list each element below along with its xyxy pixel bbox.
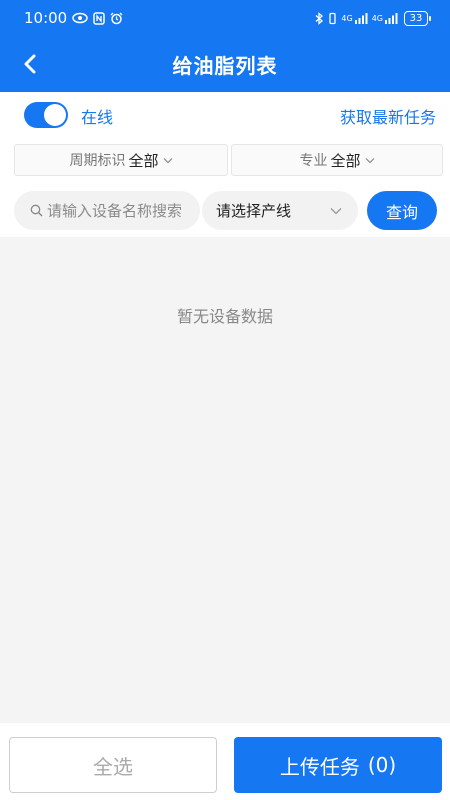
upload-tasks-button[interactable]: 上传任务 (0) bbox=[234, 737, 442, 793]
chevron-down-icon bbox=[365, 157, 375, 164]
vibrate-icon bbox=[328, 12, 337, 25]
toggle-knob bbox=[44, 104, 66, 126]
bottom-action-bar: 全选 上传任务 (0) bbox=[0, 723, 450, 800]
major-filter-label: 专业 bbox=[299, 153, 328, 169]
battery-icon: 33 bbox=[404, 10, 431, 26]
status-bar: 10:00 4G 4G 33 bbox=[0, 0, 450, 36]
chevron-down-icon bbox=[330, 207, 342, 215]
online-row: 在线 获取最新任务 bbox=[0, 92, 450, 138]
network-label: 4G bbox=[341, 13, 353, 23]
nfc-icon bbox=[93, 11, 105, 25]
select-all-button[interactable]: 全选 bbox=[9, 737, 217, 793]
page-title: 给油脂列表 bbox=[172, 53, 278, 78]
signal-icon: 4G bbox=[341, 12, 368, 24]
back-button[interactable] bbox=[14, 48, 46, 80]
search-input[interactable] bbox=[47, 201, 197, 220]
status-right: 4G 4G 33 bbox=[315, 10, 431, 26]
chevron-down-icon bbox=[163, 157, 173, 164]
empty-message: 暂无设备数据 bbox=[176, 307, 273, 326]
signal-icon: 4G bbox=[372, 12, 398, 24]
app-header: 10:00 4G 4G 33 给油脂列表 bbox=[0, 0, 450, 92]
major-filter-dropdown[interactable]: 专业 全部 bbox=[231, 144, 443, 176]
cycle-filter-value: 全部 bbox=[128, 151, 159, 170]
filter-panel: 在线 获取最新任务 周期标识 全部 专业 全部 请选择产线 查询 bbox=[0, 92, 450, 237]
bluetooth-icon bbox=[315, 11, 324, 25]
production-line-select[interactable]: 请选择产线 bbox=[202, 191, 358, 230]
cycle-filter-label: 周期标识 bbox=[69, 153, 126, 169]
search-field[interactable] bbox=[14, 191, 200, 230]
major-filter-value: 全部 bbox=[330, 151, 361, 170]
upload-tasks-count: (0) bbox=[367, 753, 397, 777]
network-label: 4G bbox=[371, 13, 383, 23]
alarm-icon bbox=[110, 12, 123, 25]
upload-tasks-label: 上传任务 bbox=[279, 754, 360, 779]
fetch-latest-tasks-button[interactable]: 获取最新任务 bbox=[340, 104, 436, 128]
status-left: 10:00 bbox=[24, 9, 123, 27]
device-list-area: 暂无设备数据 bbox=[0, 237, 450, 723]
cycle-filter-dropdown[interactable]: 周期标识 全部 bbox=[14, 144, 228, 176]
status-time: 10:00 bbox=[24, 9, 68, 27]
chevron-left-icon bbox=[23, 53, 37, 75]
search-icon bbox=[30, 204, 43, 217]
battery-level: 33 bbox=[409, 12, 423, 24]
production-line-placeholder: 请选择产线 bbox=[216, 202, 292, 220]
online-label: 在线 bbox=[81, 108, 114, 127]
online-toggle[interactable] bbox=[24, 102, 68, 128]
title-bar: 给油脂列表 bbox=[0, 36, 450, 92]
eye-icon bbox=[72, 12, 88, 24]
query-button[interactable]: 查询 bbox=[367, 191, 437, 230]
